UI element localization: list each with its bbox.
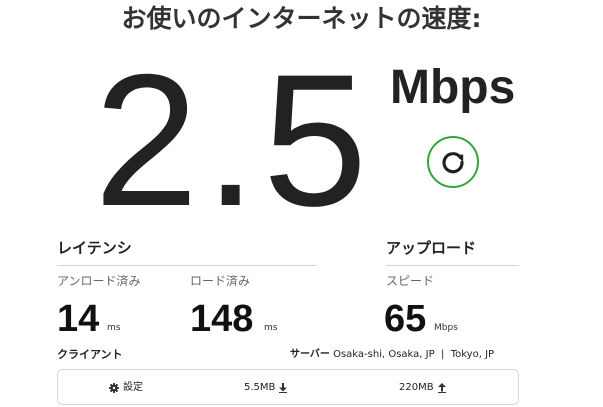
latency-unloaded-value: 14 xyxy=(57,298,100,340)
server-label: サーバー xyxy=(290,349,330,360)
client-title: クライアント xyxy=(57,348,123,361)
settings-button[interactable]: 設定 xyxy=(109,379,143,397)
server-info: サーバー Osaka-shi, Osaka, JP | Tokyo, JP xyxy=(290,347,494,363)
server-locations: Osaka-shi, Osaka, JP | Tokyo, JP xyxy=(333,349,495,360)
downloaded-data: 5.5MB xyxy=(244,379,288,397)
uploaded-data: 220MB xyxy=(399,379,446,397)
upload-divider xyxy=(386,265,519,266)
latency-loaded-label: ロード済み xyxy=(190,274,251,288)
download-icon xyxy=(279,383,288,393)
upload-speed-value: 65 xyxy=(384,298,427,340)
uploaded-data-value: 220MB xyxy=(399,382,434,393)
latency-divider xyxy=(57,265,317,266)
latency-unloaded-unit: ms xyxy=(107,323,121,333)
gear-icon xyxy=(109,383,119,393)
settings-label: 設定 xyxy=(123,382,143,393)
latency-unloaded-label: アンロード済み xyxy=(57,274,141,288)
upload-icon xyxy=(437,383,446,393)
upload-section-title: アップロード xyxy=(386,239,477,257)
latency-loaded-unit: ms xyxy=(264,323,278,333)
speed-test-page: お使いのインターネットの速度: 2.5 Mbps レイテンシ アンロード済み 1… xyxy=(0,0,603,407)
client-card: 設定 5.5MB 220MB xyxy=(57,369,519,405)
refresh-button[interactable] xyxy=(427,136,479,188)
refresh-icon xyxy=(442,152,464,174)
latency-loaded-value: 148 xyxy=(190,298,254,340)
latency-section-title: レイテンシ xyxy=(57,239,132,257)
downloaded-data-value: 5.5MB xyxy=(244,382,276,393)
download-speed-unit: Mbps xyxy=(390,61,516,114)
upload-speed-label: スピード xyxy=(386,274,435,288)
upload-speed-unit: Mbps xyxy=(434,323,458,333)
download-speed-value: 2.5 xyxy=(94,35,374,245)
